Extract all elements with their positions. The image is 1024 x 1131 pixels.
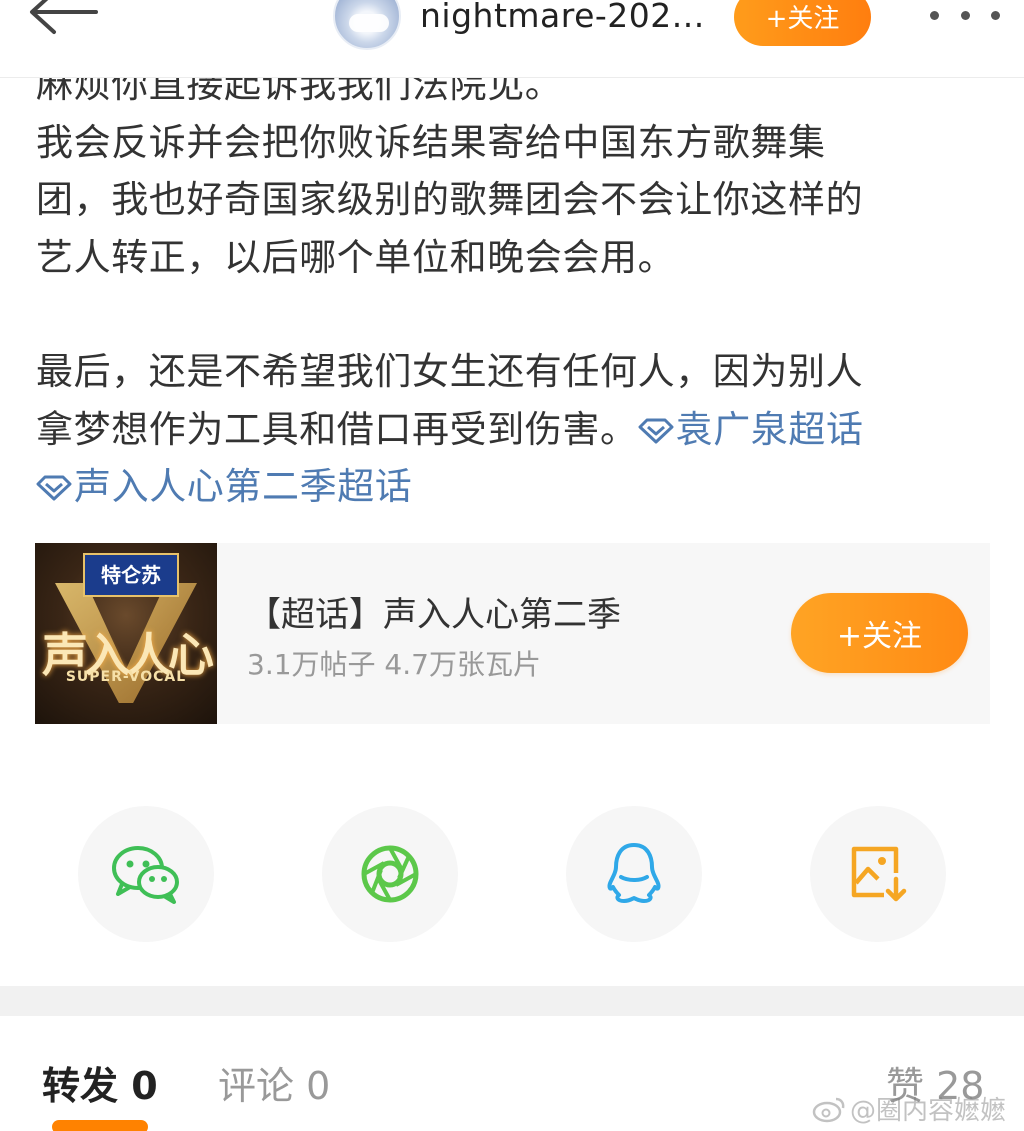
tab-comment[interactable]: 评论 0 [218,1055,330,1110]
topic-follow-label: +关注 [836,619,923,654]
share-moments-button[interactable] [322,806,458,942]
share-wechat-button[interactable] [78,806,214,942]
post-line-topic: 声入人心第二季超话 [36,458,996,516]
follow-button[interactable]: +关注 [734,0,871,46]
tab-repost[interactable]: 转发 0 [42,1055,158,1110]
super-topic-diamond-icon [36,475,72,501]
username[interactable]: nightmare-202... [420,0,705,35]
topic-link-super-vocal[interactable]: 声入人心第二季超话 [36,465,412,508]
more-dot-icon [960,10,970,20]
active-tab-indicator [52,1120,148,1131]
super-topic-diamond-icon [638,418,674,443]
avatar-cloud-image [349,14,389,32]
save-image-icon [851,846,907,902]
back-button[interactable] [24,0,104,40]
share-qq-button[interactable] [566,806,702,942]
topic-follow-button[interactable]: +关注 [791,593,968,673]
post-line: 艺人转正，以后哪个单位和晚会会用。 [36,235,676,279]
more-options-button[interactable] [930,8,1000,22]
back-arrow-icon [30,0,98,34]
topic-link-label: 声入人心第二季超话 [74,465,413,508]
weibo-post-page: nightmare-202... +关注 麻烦你直接起诉我我们法院见。 我会反诉… [0,0,1024,1131]
moments-icon [361,845,419,903]
post-line: 最后，还是不希望我们女生还有任何人，因为别人 [36,350,864,393]
post-line: 我会反诉并会把你败诉结果寄给中国东方歌舞集 [36,120,826,164]
topic-card-stats: 3.1万帖子 4.7万张瓦片 [247,648,541,681]
more-dot-icon [930,10,939,20]
wechat-icon [112,846,179,904]
post-line: 团，我也好奇国家级别的歌舞团会不会让你这样的 [36,178,864,221]
super-topic-card[interactable]: 特仑苏 声入人心 SUPER-VOCAL 【超话】声入人心第二季 3.1万帖子 … [35,543,990,724]
topic-link-yuan[interactable]: 袁广泉超话 [638,408,864,451]
watermark-label: @圈内容嬷嬷 [850,1096,1007,1126]
post-line: 拿梦想作为工具和借口再受到伤害。 [36,407,638,451]
topic-link-label: 袁广泉超话 [675,407,864,451]
weibo-logo-icon [812,1097,845,1122]
more-dot-icon [991,10,1000,20]
qq-icon [607,843,661,903]
post-line-with-topic: 拿梦想作为工具和借口再受到伤害。 袁广泉超话 [36,401,996,459]
follow-label: +关注 [765,4,840,34]
topic-cover-image: 特仑苏 声入人心 SUPER-VOCAL [35,543,217,724]
top-bar: nightmare-202... +关注 [0,0,1024,78]
section-divider [0,986,1024,1016]
cover-subtitle: SUPER-VOCAL [65,669,187,685]
post-body: 麻烦你直接起诉我我们法院见。 我会反诉并会把你败诉结果寄给中国东方歌舞集 团，我… [36,56,996,516]
watermark: @圈内容嬷嬷 [812,1090,1006,1127]
cover-sponsor: 特仑苏 [83,553,179,597]
save-image-button[interactable] [810,806,946,942]
topic-card-title: 【超话】声入人心第二季 [247,595,621,635]
avatar[interactable] [333,0,401,50]
